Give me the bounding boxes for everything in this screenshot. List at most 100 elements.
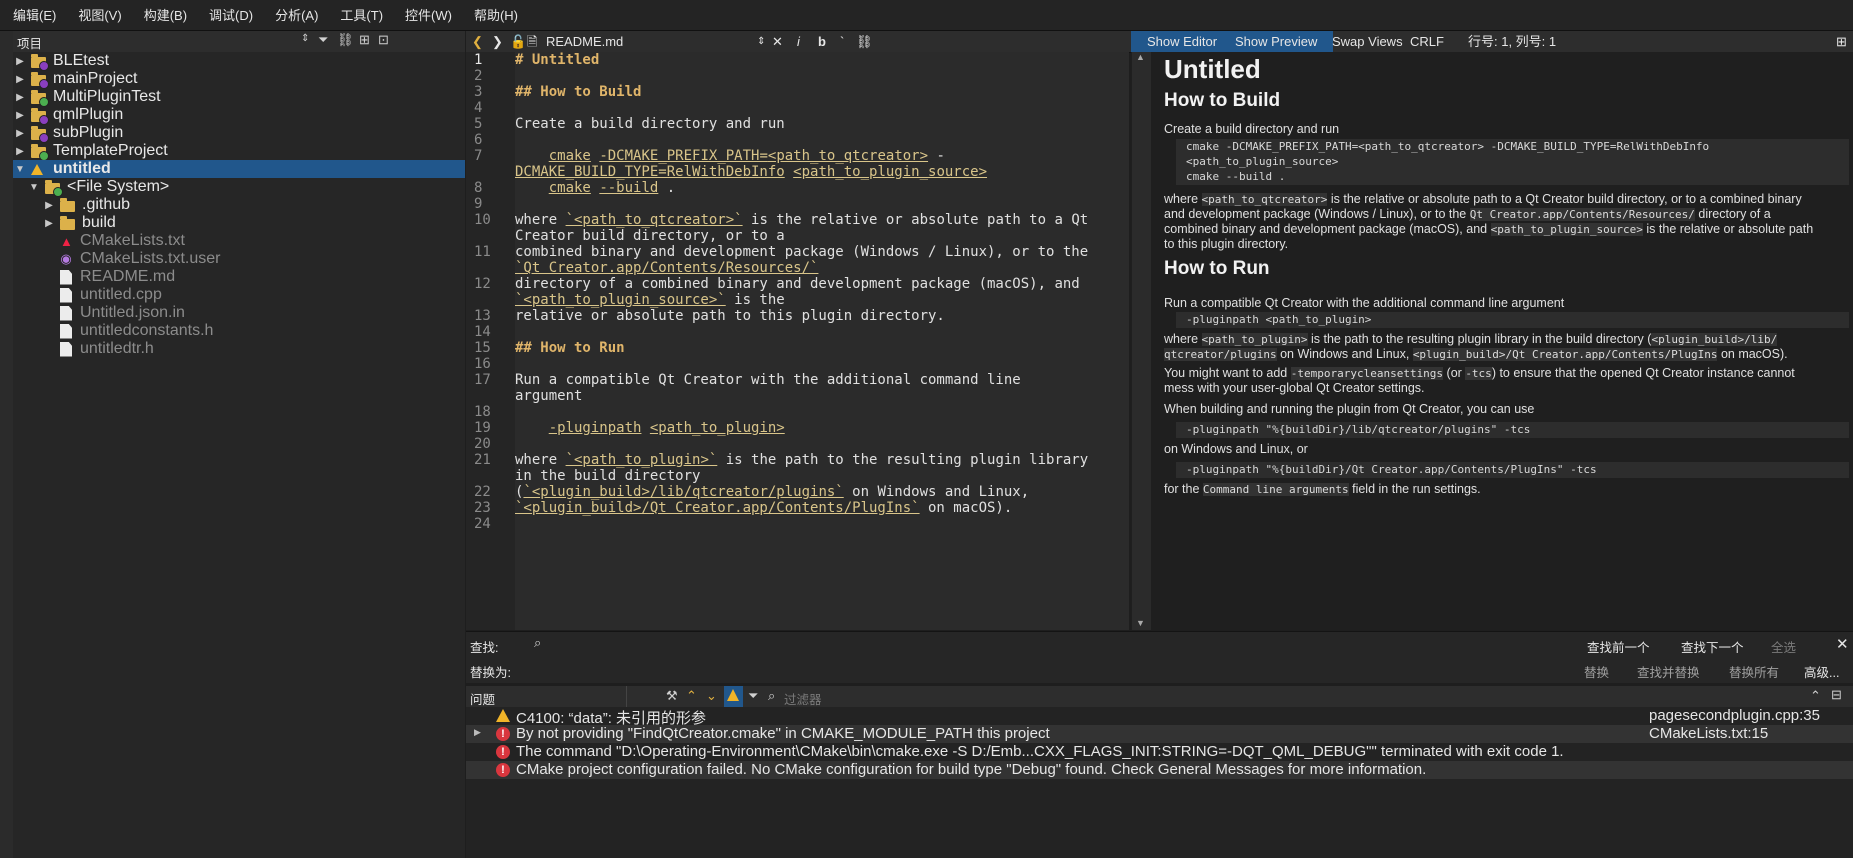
cursor-position[interactable]: 行号: 1, 列号: 1: [1468, 31, 1556, 52]
tree-item[interactable]: ▶ mainProject: [13, 70, 465, 89]
line-number: 24: [474, 516, 491, 532]
file-selector-arrows-icon[interactable]: ⇕: [757, 31, 765, 52]
menu-item[interactable]: 构建(B): [133, 0, 198, 30]
clear-icon[interactable]: ⚒: [666, 688, 678, 704]
menu-item[interactable]: 工具(T): [329, 0, 394, 30]
split-icon[interactable]: ⊞: [359, 32, 370, 48]
issue-location[interactable]: CMakeLists.txt:15: [1649, 725, 1768, 742]
line-number: 19: [474, 420, 491, 436]
text: is the relative or absolute path to a Qt…: [1330, 192, 1802, 206]
split-editor-icon[interactable]: ⊞: [1836, 31, 1847, 52]
panel-selector[interactable]: [566, 686, 627, 707]
filesystem-folder-icon: [45, 180, 63, 197]
code-button[interactable]: `: [840, 31, 844, 52]
preview-heading-run: How to Run: [1164, 258, 1270, 279]
tree-item[interactable]: ▶ qmlPlugin: [13, 106, 465, 125]
tree-item[interactable]: Untitled.json.in: [13, 304, 465, 322]
inline-code: <path_to_plugin_source>: [1490, 223, 1643, 236]
menu-item[interactable]: 控件(W): [394, 0, 463, 30]
user-file-icon: ◉: [60, 251, 72, 266]
view-selector-arrows-icon[interactable]: ⇕: [301, 33, 309, 44]
italic-button[interactable]: i: [797, 31, 800, 52]
show-editor-button[interactable]: Show Editor: [1131, 31, 1234, 52]
close-document-icon[interactable]: ✕: [772, 31, 783, 52]
menu-item[interactable]: 帮助(H): [463, 0, 529, 30]
issue-row[interactable]: C4100: “data”: 未引用的形参 pagesecondplugin.cp…: [466, 707, 1853, 727]
find-next-button[interactable]: 查找下一个: [1681, 637, 1744, 656]
forward-icon[interactable]: ❯: [492, 31, 503, 52]
issue-row[interactable]: ! The command "D:\Operating-Environment\C…: [466, 743, 1853, 761]
select-all-button[interactable]: 全选: [1771, 637, 1796, 656]
code-editor[interactable]: # Untitled ## How to Build Create a build …: [515, 52, 1129, 630]
filter-icon[interactable]: ⏷: [748, 688, 758, 704]
code-line: `<plugin_build>/Qt Creator.app/Contents/…: [515, 500, 1013, 516]
link-button-icon[interactable]: ⛓: [856, 31, 873, 52]
text: where: [1164, 192, 1199, 206]
find-input[interactable]: ⌕: [534, 634, 1034, 654]
menu-item[interactable]: 调试(D): [198, 0, 264, 30]
up-icon[interactable]: ⌃: [686, 688, 697, 704]
expanded-arrow-icon[interactable]: ▼: [29, 177, 39, 198]
issues-panel-header: 问题 ⚒ ⌃ ⌄ ⏷ ⌕ 过滤器 ⌃ ⊟: [466, 686, 1853, 708]
tree-item[interactable]: untitled.cpp: [13, 286, 465, 304]
editor-toolbar: ❮ ❯ 🔓 🗎 README.md ⇕ ✕ i b ` ⛓ Show Edito…: [466, 31, 1853, 53]
issue-description: The command "D:\Operating-Environment\CM…: [516, 743, 1564, 760]
scroll-down-icon[interactable]: ▼: [1136, 618, 1145, 628]
swap-views-button[interactable]: Swap Views: [1316, 31, 1419, 52]
down-icon[interactable]: ⌄: [706, 688, 717, 704]
tree-item[interactable]: untitledtr.h: [13, 340, 465, 358]
maximize-panel-icon[interactable]: ⌃: [1810, 688, 1821, 704]
close-panel-icon[interactable]: ⊟: [1831, 687, 1842, 703]
tree-item[interactable]: ▼ untitled: [13, 160, 465, 178]
line-number: 3: [474, 84, 483, 100]
replace-and-find-button[interactable]: 查找并替换: [1637, 662, 1700, 681]
tree-item-label: MultiPluginTest: [53, 88, 161, 105]
replace-button[interactable]: 替换: [1584, 662, 1609, 681]
code-line: combined binary and development package …: [515, 244, 1089, 260]
find-previous-button[interactable]: 查找前一个: [1587, 637, 1650, 656]
tree-item[interactable]: ▶ TemplateProject: [13, 142, 465, 161]
back-icon[interactable]: ❮: [472, 31, 483, 52]
text: directory of a: [1698, 207, 1771, 221]
menu-item[interactable]: 视图(V): [67, 0, 132, 30]
issue-row[interactable]: ! CMake project configuration failed. No …: [466, 761, 1853, 779]
close-find-icon[interactable]: ✕: [1836, 635, 1849, 653]
close-panel-icon[interactable]: ⊡: [378, 32, 389, 48]
filter-icon[interactable]: ⏷: [318, 32, 328, 48]
tree-item[interactable]: ▼ <File System>: [13, 177, 465, 198]
advanced-button[interactable]: 高级...: [1804, 662, 1839, 681]
warning-filter-toggle[interactable]: [724, 686, 743, 707]
expand-arrow-icon[interactable]: ▶: [474, 727, 481, 738]
bold-button[interactable]: b: [818, 31, 826, 52]
code-line: where `<path_to_plugin>` is the path to …: [515, 452, 1089, 468]
replace-all-button[interactable]: 替换所有: [1729, 662, 1779, 681]
replace-input[interactable]: [534, 658, 1034, 678]
tree-item[interactable]: ▶ BLEtest: [13, 52, 465, 71]
line-number: 7: [474, 148, 483, 164]
link-icon[interactable]: ⛓: [337, 32, 354, 48]
code-line: cmake -DCMAKE_PREFIX_PATH=<path_to_qtcre…: [548, 148, 945, 164]
tree-item[interactable]: untitledconstants.h: [13, 322, 465, 340]
tree-item[interactable]: ▶ subPlugin: [13, 124, 465, 143]
line-ending-selector[interactable]: CRLF: [1410, 31, 1444, 52]
project-folder-icon: [31, 144, 49, 161]
tree-item[interactable]: ▶ build: [13, 214, 465, 232]
expanded-arrow-icon[interactable]: ▼: [15, 159, 25, 180]
code-line: in the build directory: [515, 468, 701, 484]
tree-item[interactable]: README.md: [13, 268, 465, 286]
issue-row[interactable]: ▶! By not providing "FindQtCreator.cmake"…: [466, 725, 1853, 743]
issues-filter-input[interactable]: 过滤器: [784, 689, 822, 708]
tree-item[interactable]: ▶ MultiPluginTest: [13, 88, 465, 107]
menu-item[interactable]: 分析(A): [264, 0, 329, 30]
tree-item[interactable]: ◉ CMakeLists.txt.user: [13, 250, 465, 268]
error-icon: !: [496, 745, 510, 759]
editor-scrollbar[interactable]: ▲ ▼: [1131, 52, 1152, 630]
line-number: 6: [474, 132, 483, 148]
scroll-up-icon[interactable]: ▲: [1136, 52, 1145, 62]
menu-item[interactable]: 编辑(E): [0, 0, 67, 30]
open-file-name[interactable]: README.md: [546, 31, 623, 52]
tree-item[interactable]: ▲ CMakeLists.txt: [13, 232, 465, 250]
tree-item[interactable]: ▶ .github: [13, 196, 465, 214]
lock-icon[interactable]: 🔓: [510, 31, 526, 52]
issue-location[interactable]: pagesecondplugin.cpp:35: [1649, 707, 1820, 724]
